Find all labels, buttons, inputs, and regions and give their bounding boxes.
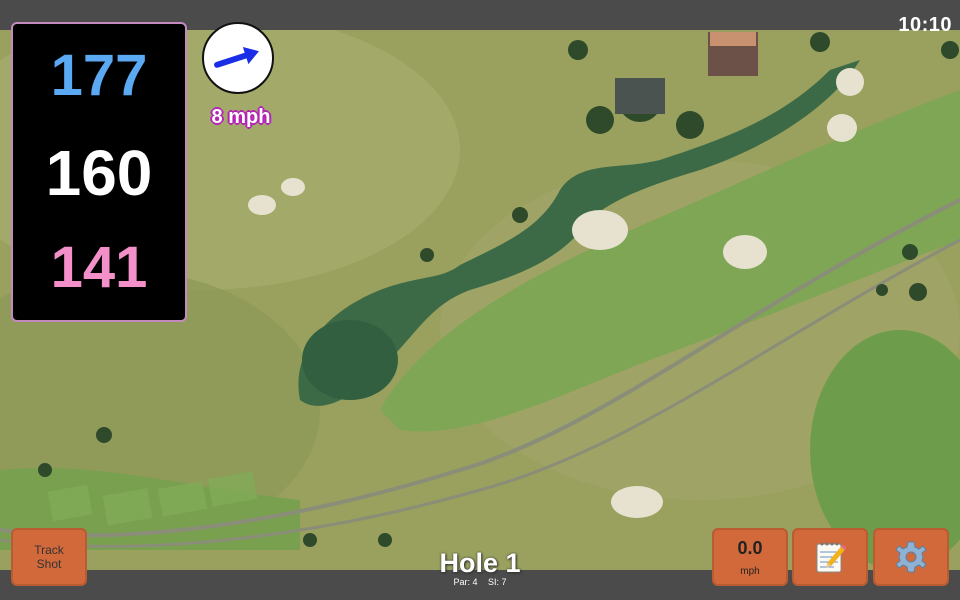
hole-par: Par: 4 [453,577,478,587]
track-shot-line1: Track [34,543,64,557]
wind-speed-label: 8 mph [211,106,271,128]
hole-title: Hole 1 [439,548,521,578]
distance-back: 177 [50,43,148,108]
track-shot-line2: Shot [36,557,62,571]
hole-info: Par: 4 SI: 7 [380,577,580,587]
track-shot-button[interactable]: Track Shot [11,528,87,586]
speed-button[interactable]: 0.0 mph [712,528,788,586]
wind-arrow-icon [214,46,259,68]
distance-middle: 160 [45,137,153,209]
speed-value: 0.0 [737,538,763,558]
hole-stroke-index: SI: 7 [488,577,507,587]
gear-icon [895,541,927,573]
track-shot-label: Track Shot [34,543,64,571]
distance-front: 141 [50,235,148,300]
wind-indicator [202,22,274,94]
notepad-icon [816,542,846,573]
notes-button[interactable] [792,528,868,586]
settings-button[interactable] [873,528,949,586]
clock: 10:10 [898,14,952,36]
speed-unit: mph [740,566,760,577]
distance-panel: 177 160 141 [11,22,187,322]
